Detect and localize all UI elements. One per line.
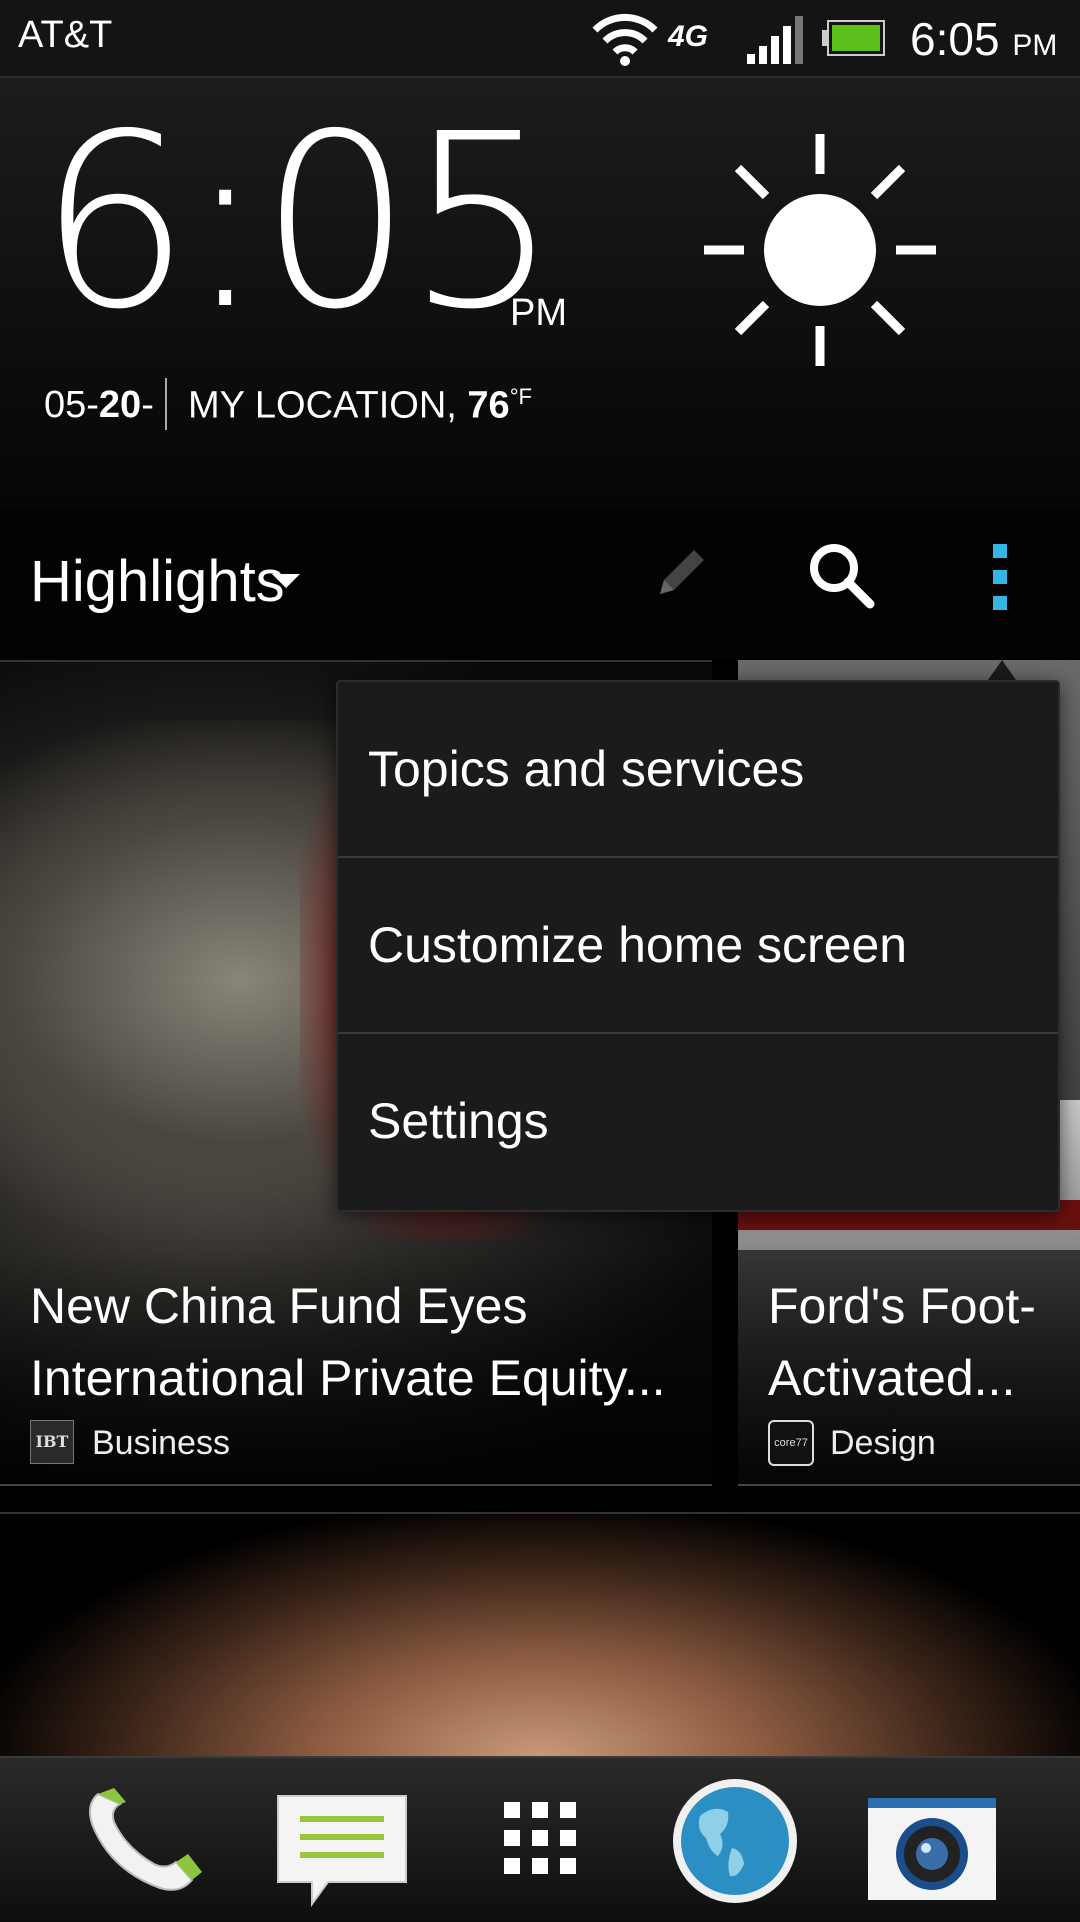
weather-location[interactable]: MY LOCATION, 76°F [188, 384, 532, 428]
network-type-label: 4G [668, 20, 709, 53]
date-location-divider [165, 378, 167, 430]
menu-item-settings[interactable]: Settings [338, 1034, 1058, 1208]
clock-ampm: PM [510, 292, 567, 334]
news-tile-source: Business [92, 1424, 230, 1462]
clock-time[interactable]: 6:05 [38, 102, 559, 342]
news-tile-title[interactable]: Ford's Foot-Activated... [768, 1270, 1068, 1414]
menu-item-topics-and-services[interactable]: Topics and services [338, 682, 1058, 856]
overflow-menu-icon[interactable] [990, 542, 1010, 612]
search-icon[interactable] [806, 540, 876, 610]
news-tile-image-portrait[interactable] [0, 1512, 1080, 1758]
carrier-label: AT&T [18, 14, 113, 56]
phone-icon[interactable] [80, 1780, 210, 1900]
messages-icon[interactable] [272, 1790, 412, 1910]
pencil-icon[interactable] [650, 540, 714, 604]
dropdown-caret-icon[interactable] [272, 574, 300, 588]
sun-icon[interactable] [700, 130, 940, 370]
app-drawer-icon[interactable] [500, 1798, 580, 1878]
news-tile-title[interactable]: New China Fund Eyes International Privat… [30, 1270, 680, 1414]
tile-divider [0, 1484, 712, 1486]
camera-icon[interactable] [866, 1794, 998, 1904]
clock-date: 05-20- [44, 384, 154, 426]
source-logo-icon: core77 [768, 1420, 814, 1466]
news-tile-source: Design [830, 1424, 936, 1462]
source-logo-icon: IBT [30, 1420, 74, 1464]
browser-icon[interactable] [670, 1776, 800, 1906]
battery-icon [822, 20, 885, 56]
feed-selector[interactable]: Highlights [30, 548, 285, 615]
overflow-menu: Topics and services Customize home scree… [336, 680, 1060, 1212]
status-time: 6:05 PM [910, 13, 1058, 65]
wifi-icon [592, 13, 658, 66]
signal-icon [747, 16, 803, 64]
menu-item-customize-home-screen[interactable]: Customize home screen [338, 858, 1058, 1032]
menu-pointer [988, 660, 1016, 680]
tile-divider [738, 1484, 1080, 1486]
